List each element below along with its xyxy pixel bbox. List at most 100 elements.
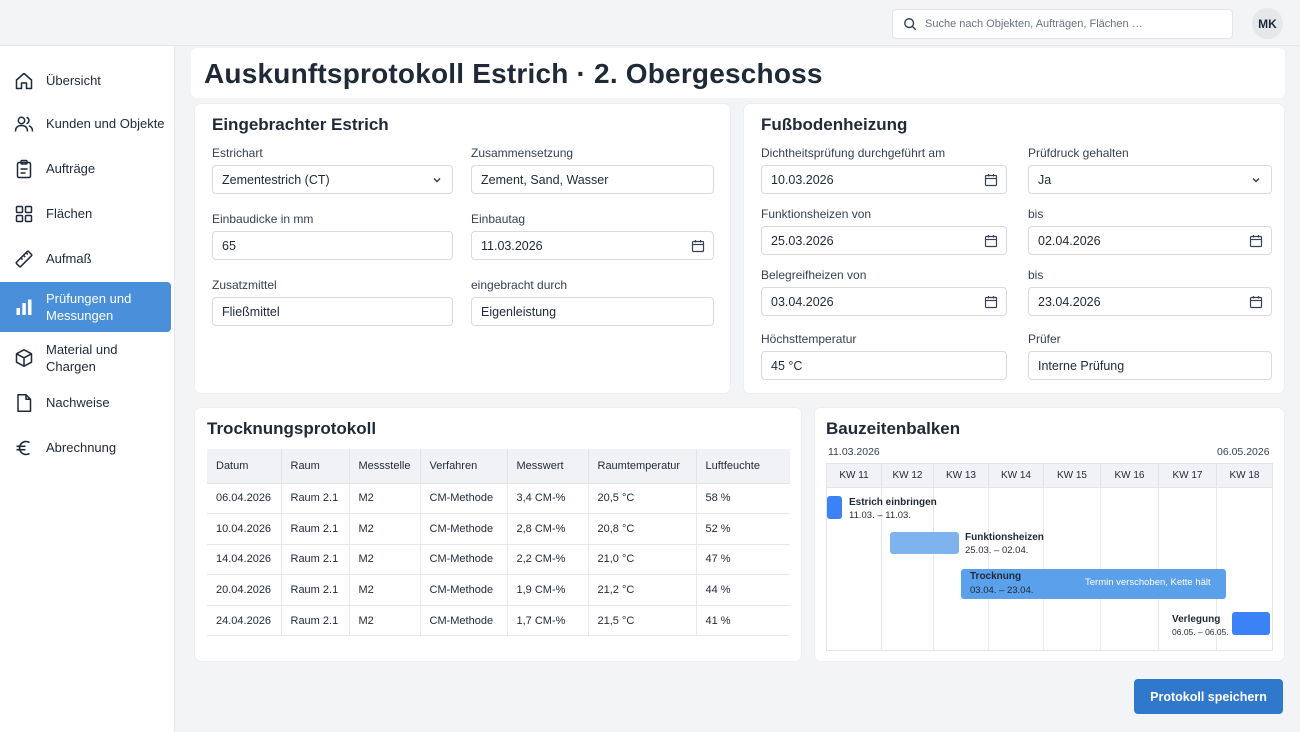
- table-cell: 41 %: [696, 605, 790, 637]
- column-header-luftfeuchte[interactable]: Luftfeuchte: [696, 449, 790, 484]
- eingebracht-value: Eigenleistung: [481, 304, 557, 319]
- calendar-icon[interactable]: [691, 239, 705, 253]
- pruefdruck-value: Ja: [1038, 172, 1052, 187]
- estrichart-label: Estrichart: [212, 146, 263, 160]
- table-cell: 20,8 °C: [588, 513, 697, 545]
- calendar-icon[interactable]: [984, 173, 998, 187]
- save-protocol-button[interactable]: Protokoll speichern: [1134, 679, 1283, 714]
- week-header: KW 13: [934, 464, 989, 488]
- table-cell: 2,8 CM-%: [507, 513, 589, 545]
- zusatzmittel-value: Fließmittel: [222, 304, 280, 319]
- task-label: Funktionsheizen: [965, 532, 1044, 543]
- table-row[interactable]: 14.04.2026 Raum 2.1 M2 CM-Methode 2,2 CM…: [207, 544, 790, 576]
- column-header-raumtemperatur[interactable]: Raumtemperatur: [588, 449, 697, 484]
- table-cell: 3,4 CM-%: [507, 483, 589, 515]
- beleg-von-label: Belegreifheizen von: [761, 268, 867, 282]
- table-cell: 44 %: [696, 574, 790, 606]
- week-header: KW 17: [1159, 464, 1217, 488]
- zusatzmittel-input[interactable]: Fließmittel: [212, 297, 453, 326]
- sidebar-item-label: Flächen: [46, 206, 93, 221]
- trocknung-table: Datum Raum Messstelle Verfahren Messwert…: [207, 449, 790, 637]
- grid-icon: [14, 204, 34, 224]
- calendar-icon[interactable]: [984, 295, 998, 309]
- beleg-bis-label: bis: [1028, 268, 1044, 282]
- search-icon: [904, 18, 917, 31]
- estrichart-value: Zementestrich (CT): [222, 172, 330, 187]
- sidebar-item-nachweise[interactable]: Nachweise: [0, 380, 171, 425]
- bauzeiten-title: Bauzeitenbalken: [826, 419, 961, 438]
- search-box[interactable]: [892, 9, 1233, 39]
- column-header-datum[interactable]: Datum: [207, 449, 282, 484]
- column-header-raum[interactable]: Raum: [281, 449, 350, 484]
- sidebar: Übersicht Kunden und Objekte Aufträge Fl…: [0, 46, 175, 732]
- einbautag-input[interactable]: 11.03.2026: [471, 231, 714, 260]
- pruefer-label: Prüfer: [1028, 332, 1061, 346]
- eingebracht-input[interactable]: Eigenleistung: [471, 297, 714, 326]
- gantt-start-date: 11.03.2026: [828, 446, 880, 458]
- task-label: Trocknung: [970, 571, 1022, 582]
- column-header-messstelle[interactable]: Messstelle: [349, 449, 421, 484]
- week-header: KW 15: [1044, 464, 1101, 488]
- table-cell: Raum 2.1: [281, 605, 350, 637]
- sidebar-item-auftraege[interactable]: Aufträge: [0, 146, 171, 191]
- funktion-bis-input[interactable]: 02.04.2026: [1028, 226, 1272, 255]
- column-header-verfahren[interactable]: Verfahren: [420, 449, 508, 484]
- calendar-icon[interactable]: [1249, 295, 1263, 309]
- table-cell: 52 %: [696, 513, 790, 545]
- table-header-row: Datum Raum Messstelle Verfahren Messwert…: [207, 449, 790, 484]
- einbaudicke-input[interactable]: 65: [212, 231, 453, 260]
- table-cell: M2: [349, 513, 421, 545]
- hoechst-input[interactable]: 45 °C: [761, 351, 1007, 380]
- funktion-von-input[interactable]: 25.03.2026: [761, 226, 1007, 255]
- trocknung-title: Trocknungsprotokoll: [207, 419, 377, 438]
- eingebracht-label: eingebracht durch: [471, 278, 568, 292]
- bar-chart-icon: [14, 297, 34, 317]
- sidebar-item-material[interactable]: Material und Chargen: [0, 335, 171, 380]
- pruefdruck-select[interactable]: Ja: [1028, 165, 1272, 194]
- pruefer-input[interactable]: Interne Prüfung: [1028, 351, 1272, 380]
- heizung-title: Fußbodenheizung: [761, 115, 908, 134]
- beleg-von-input[interactable]: 03.04.2026: [761, 287, 1007, 316]
- table-row[interactable]: 06.04.2026 Raum 2.1 M2 CM-Methode 3,4 CM…: [207, 483, 790, 515]
- sidebar-item-pruefungen[interactable]: Prüfungen und Messungen: [0, 282, 171, 332]
- sidebar-item-flaechen[interactable]: Flächen: [0, 191, 171, 236]
- table-row[interactable]: 24.04.2026 Raum 2.1 M2 CM-Methode 1,7 CM…: [207, 605, 790, 637]
- task-bar-funktionsheizen[interactable]: [890, 532, 959, 554]
- dicht-input[interactable]: 10.03.2026: [761, 165, 1007, 194]
- sidebar-item-aufmass[interactable]: Aufmaß: [0, 236, 171, 281]
- user-avatar[interactable]: MK: [1252, 8, 1283, 39]
- table-row[interactable]: 10.04.2026 Raum 2.1 M2 CM-Methode 2,8 CM…: [207, 513, 790, 545]
- table-cell: 24.04.2026: [207, 605, 282, 637]
- beleg-bis-value: 23.04.2026: [1038, 294, 1101, 309]
- chevron-down-icon: [430, 173, 444, 187]
- search-input[interactable]: [925, 18, 1225, 30]
- beleg-von-value: 03.04.2026: [771, 294, 834, 309]
- column-header-messwert[interactable]: Messwert: [507, 449, 589, 484]
- task-label: Verlegung: [1172, 614, 1221, 625]
- calendar-icon[interactable]: [984, 234, 998, 248]
- beleg-bis-input[interactable]: 23.04.2026: [1028, 287, 1272, 316]
- funktion-von-label: Funktionsheizen von: [761, 207, 872, 221]
- box-icon: [14, 348, 34, 368]
- sidebar-item-label: Aufmaß: [46, 251, 92, 266]
- sidebar-item-kunden[interactable]: Kunden und Objekte: [0, 101, 171, 146]
- table-cell: Raum 2.1: [281, 544, 350, 576]
- table-cell: 21,5 °C: [588, 605, 697, 637]
- clipboard-icon: [14, 159, 34, 179]
- sidebar-item-uebersicht[interactable]: Übersicht: [0, 58, 171, 103]
- task-bar-verlegung[interactable]: [1232, 612, 1270, 635]
- estrichart-select[interactable]: Zementestrich (CT): [212, 165, 453, 194]
- sidebar-item-abrechnung[interactable]: Abrechnung: [0, 425, 171, 470]
- table-cell: Raum 2.1: [281, 574, 350, 606]
- sidebar-item-label: Prüfungen und Messungen: [46, 291, 132, 323]
- table-cell: 2,2 CM-%: [507, 544, 589, 576]
- sidebar-item-label: Nachweise: [46, 395, 110, 410]
- zusammensetzung-input[interactable]: Zement, Sand, Wasser: [471, 165, 714, 194]
- calendar-icon[interactable]: [1249, 234, 1263, 248]
- table-cell: 1,7 CM-%: [507, 605, 589, 637]
- ruler-icon: [14, 249, 34, 269]
- task-bar-estrich[interactable]: [827, 496, 842, 519]
- task-range: 25.03. – 02.04.: [965, 545, 1029, 556]
- hoechst-value: 45 °C: [771, 358, 803, 373]
- table-row[interactable]: 20.04.2026 Raum 2.1 M2 CM-Methode 1,9 CM…: [207, 574, 790, 606]
